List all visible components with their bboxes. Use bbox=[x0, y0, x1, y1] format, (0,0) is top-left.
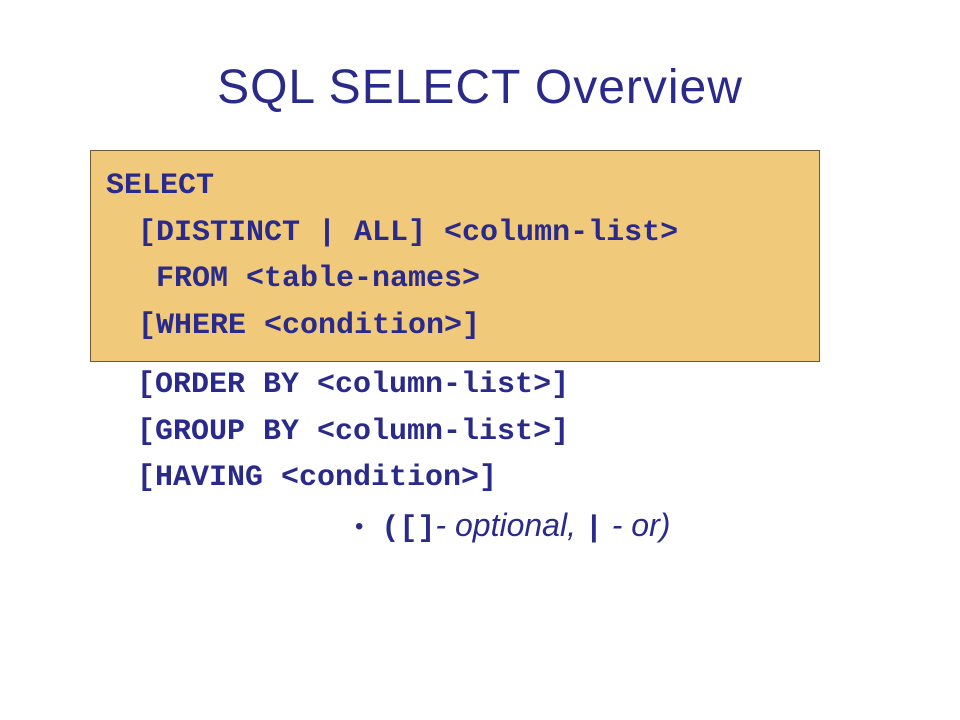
legend-bracket-symbol: ([] bbox=[381, 512, 435, 546]
syntax-outside: [ORDER BY <column-list>] [GROUP BY <colu… bbox=[105, 362, 885, 502]
syntax-line-having: [HAVING <condition>] bbox=[105, 455, 885, 502]
syntax-container: SELECT [DISTINCT | ALL] <column-list> FR… bbox=[90, 150, 885, 502]
syntax-line-distinct: [DISTINCT | ALL] <column-list> bbox=[106, 210, 804, 257]
legend-bracket-meaning: - optional, bbox=[435, 507, 584, 543]
syntax-line-from: FROM <table-names> bbox=[106, 256, 804, 303]
legend-row: • ([]- optional, | - or) bbox=[355, 507, 885, 546]
syntax-box: SELECT [DISTINCT | ALL] <column-list> FR… bbox=[90, 150, 820, 362]
syntax-line-orderby: [ORDER BY <column-list>] bbox=[105, 362, 885, 409]
legend-content: ([]- optional, | - or) bbox=[381, 507, 670, 546]
slide-title: SQL SELECT Overview bbox=[75, 60, 885, 115]
legend-pipe-symbol: | bbox=[585, 512, 603, 546]
legend-pipe-meaning: - or) bbox=[603, 507, 671, 543]
syntax-line-select: SELECT bbox=[106, 163, 804, 210]
syntax-line-groupby: [GROUP BY <column-list>] bbox=[105, 409, 885, 456]
syntax-line-where: [WHERE <condition>] bbox=[106, 303, 804, 350]
bullet-icon: • bbox=[355, 513, 363, 541]
